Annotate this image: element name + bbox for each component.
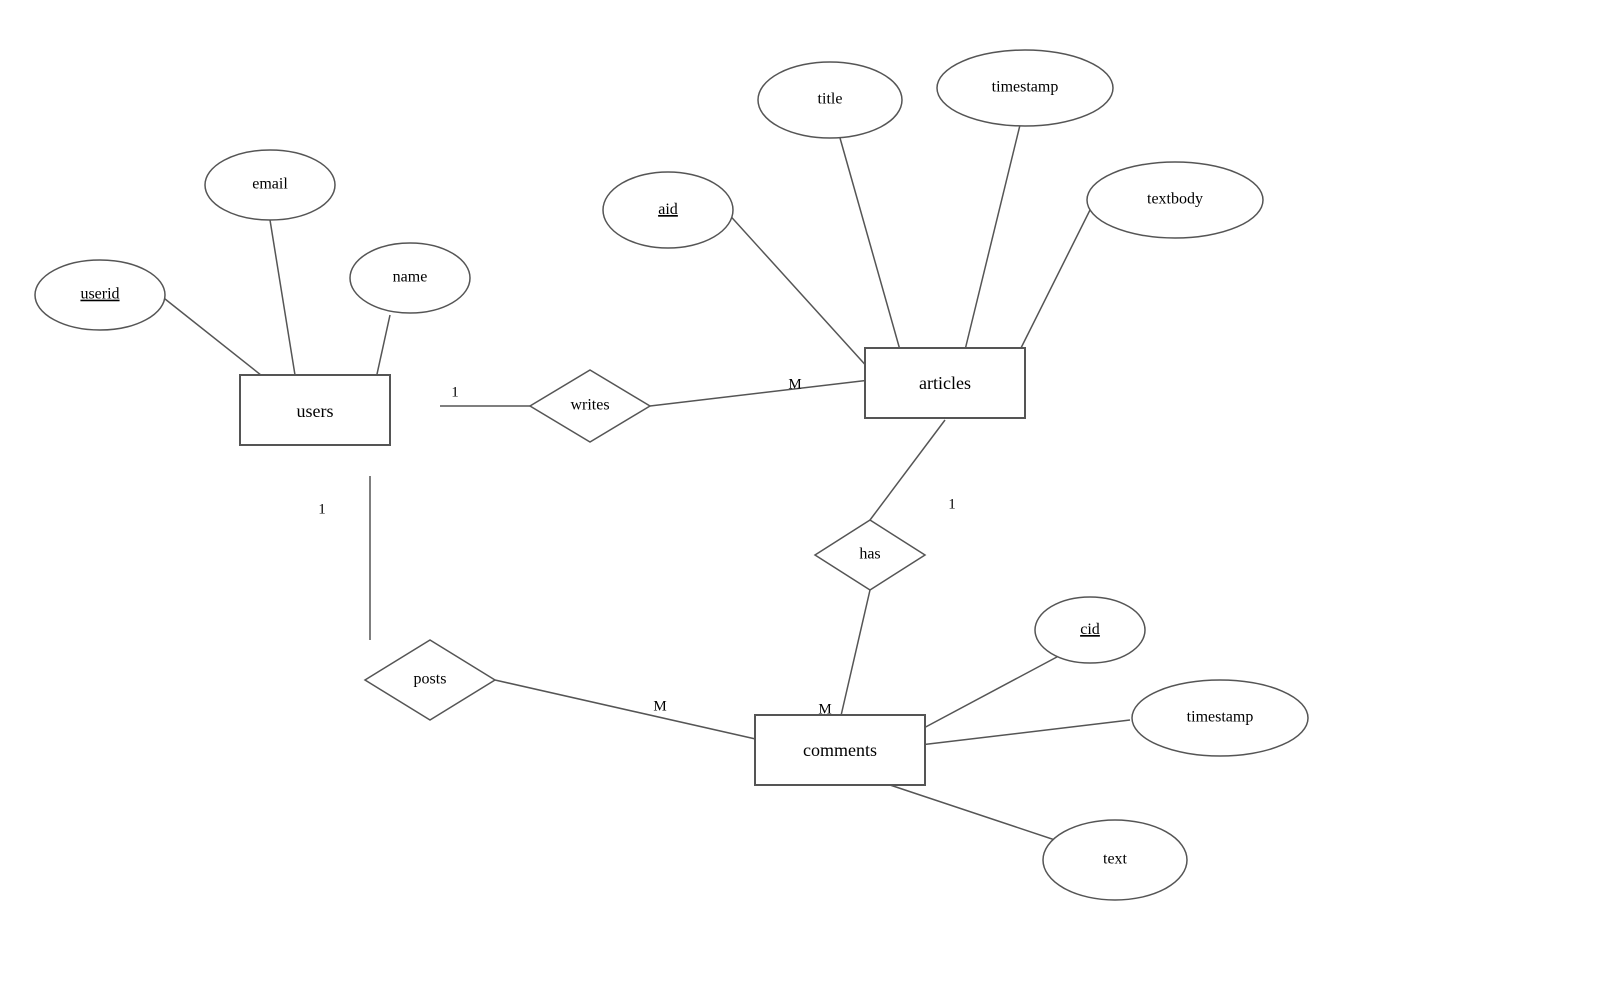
rel-has-label: has (859, 546, 880, 563)
line-text-comments (890, 785, 1070, 845)
line-cid-comments (920, 650, 1070, 730)
attr-cid-label: cid (1080, 621, 1100, 638)
line-title-articles (840, 138, 900, 350)
line-writes-articles (650, 380, 870, 406)
line-posts-comments (495, 680, 760, 740)
line-has-comments (840, 590, 870, 720)
card-comments-has: M (818, 701, 831, 717)
line-timestamp-comments (920, 720, 1130, 745)
attr-aid-label: aid (658, 201, 678, 218)
attr-email-label: email (252, 176, 288, 193)
attr-text-label: text (1103, 851, 1128, 868)
attr-title-label: title (818, 91, 843, 108)
card-articles-writes: M (788, 376, 801, 392)
attr-timestamp-a-label: timestamp (992, 79, 1059, 96)
attr-textbody-label: textbody (1147, 191, 1203, 208)
attr-name-label: name (393, 269, 428, 286)
line-articles-has (870, 420, 945, 520)
line-timestamp-articles (965, 125, 1020, 350)
attr-timestamp-c-label: timestamp (1187, 709, 1254, 726)
card-users-writes: 1 (451, 384, 459, 400)
line-aid-articles (725, 210, 870, 370)
entity-articles-label: articles (919, 373, 971, 393)
card-articles-has: 1 (948, 496, 956, 512)
entity-comments-label: comments (803, 740, 877, 760)
card-users-posts: 1 (318, 501, 326, 517)
card-comments-posts: M (653, 698, 666, 714)
rel-posts-label: posts (414, 671, 447, 688)
er-diagram: userid email name aid title timestamp te… (0, 0, 1606, 998)
line-textbody-articles (1020, 210, 1090, 350)
rel-writes-label: writes (570, 397, 609, 414)
attr-userid-label: userid (80, 286, 119, 303)
entity-users-label: users (297, 401, 334, 421)
